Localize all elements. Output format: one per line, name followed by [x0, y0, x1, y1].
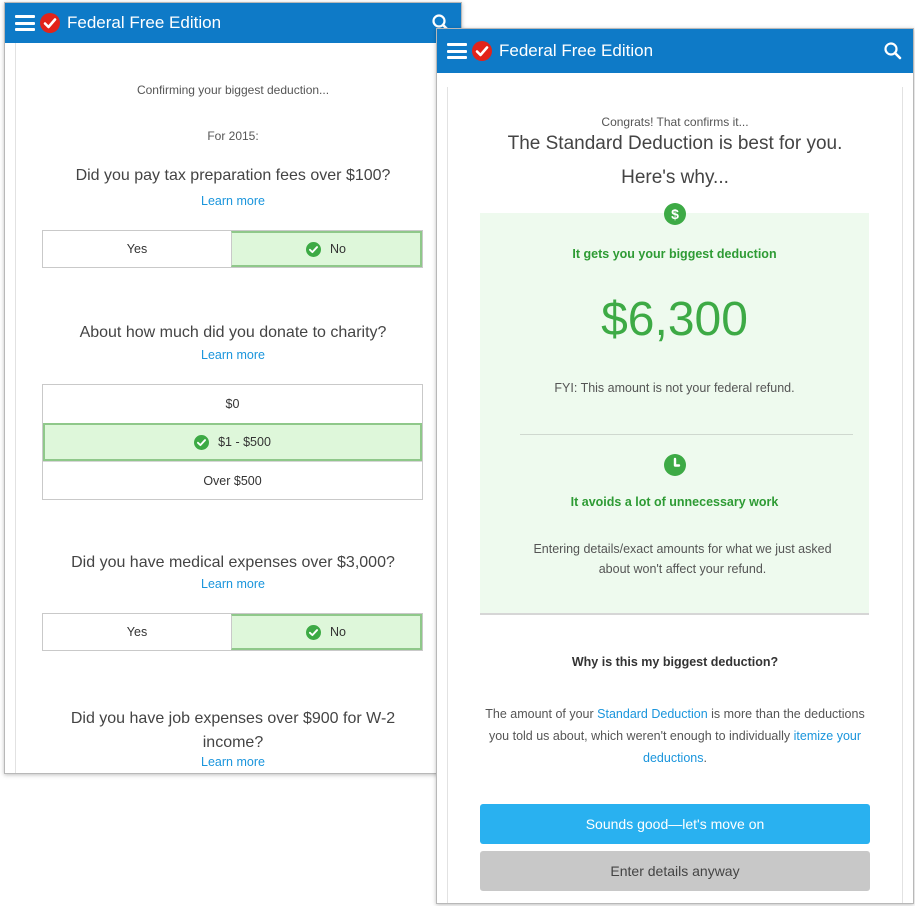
learn-more-link[interactable]: Learn more: [5, 348, 461, 362]
panel-divider: [520, 434, 853, 435]
menu-icon[interactable]: [15, 15, 35, 31]
congrats-text: Congrats! That confirms it...: [601, 115, 749, 129]
dollar-icon: $: [663, 203, 686, 225]
fyi-note: FYI: This amount is not your federal ref…: [554, 381, 795, 395]
charity-option-1-500[interactable]: $1 - $500: [43, 423, 422, 461]
prep-fees-yes-button[interactable]: Yes: [43, 231, 231, 267]
question-medical: Did you have medical expenses over $3,00…: [71, 554, 395, 571]
charity-option-0[interactable]: $0: [43, 385, 422, 423]
headline-line2: Here's why...: [621, 167, 729, 188]
check-circle-icon: [306, 624, 321, 640]
reason2-text: Entering details/exact amounts for what …: [533, 542, 832, 576]
left-screen: Federal Free Edition Confirming your big…: [4, 2, 462, 774]
medical-yes-button[interactable]: Yes: [43, 614, 231, 650]
check-circle-icon: [194, 434, 210, 450]
reasons-panel: $ It gets you your biggest deduction $6,…: [480, 203, 869, 615]
why-text-part: The amount of your: [485, 707, 598, 721]
option-label: $0: [225, 397, 240, 411]
learn-more-link[interactable]: Learn more: [5, 577, 461, 591]
why-text-part: .: [703, 751, 707, 765]
year-label: For 2015:: [207, 129, 259, 143]
menu-icon[interactable]: [447, 43, 467, 59]
learn-more-link[interactable]: Learn more: [16, 194, 450, 208]
right-screen: Federal Free Edition Congrats! That conf…: [436, 28, 914, 904]
option-label: No: [330, 625, 346, 639]
continue-button[interactable]: Sounds good—let's move on: [480, 804, 870, 844]
why-title: Why is this my biggest deduction?: [571, 655, 779, 669]
why-explanation: The amount of your Standard Deduction is…: [483, 703, 867, 769]
check-circle-icon: [306, 241, 321, 257]
question-charity: About how much did you donate to charity…: [79, 324, 387, 341]
deduction-amount: $6,300: [601, 293, 748, 346]
charity-option-over-500[interactable]: Over $500: [43, 461, 422, 499]
option-label: No: [330, 242, 346, 256]
app-header: Federal Free Edition: [5, 3, 461, 43]
option-label: Over $500: [203, 473, 262, 488]
medical-toggle: Yes No: [42, 613, 423, 651]
app-title: Federal Free Edition: [499, 41, 654, 60]
reason1-heading: It gets you your biggest deduction: [572, 247, 777, 261]
charity-options: $0 $1 - $500 Over $500: [42, 384, 423, 500]
standard-deduction-link[interactable]: Standard Deduction: [597, 707, 708, 721]
prep-fees-toggle: Yes No: [42, 230, 423, 268]
option-label: Yes: [126, 625, 148, 639]
intro-text: Confirming your biggest deduction...: [136, 83, 330, 97]
clock-icon: [663, 454, 686, 476]
option-label: Yes: [126, 242, 148, 256]
headline-line1: The Standard Deduction is best for you.: [507, 133, 843, 154]
question-job-expenses: Did you have job expenses over $900 for …: [70, 710, 396, 751]
app-title: Federal Free Edition: [67, 13, 222, 32]
enter-details-button[interactable]: Enter details anyway: [480, 851, 870, 891]
search-icon[interactable]: [883, 41, 903, 61]
logo-check-icon: [40, 13, 60, 33]
prep-fees-no-button[interactable]: No: [231, 231, 422, 267]
app-header: Federal Free Edition: [437, 29, 913, 73]
medical-no-button[interactable]: No: [231, 614, 422, 650]
learn-more-link[interactable]: Learn more: [5, 755, 461, 769]
question-prep-fees: Did you pay tax preparation fees over $1…: [75, 167, 391, 184]
logo-check-icon: [472, 41, 492, 61]
svg-text:$: $: [671, 206, 679, 222]
reason2-heading: It avoids a lot of unnecessary work: [570, 495, 779, 509]
option-label: $1 - $500: [218, 435, 271, 449]
